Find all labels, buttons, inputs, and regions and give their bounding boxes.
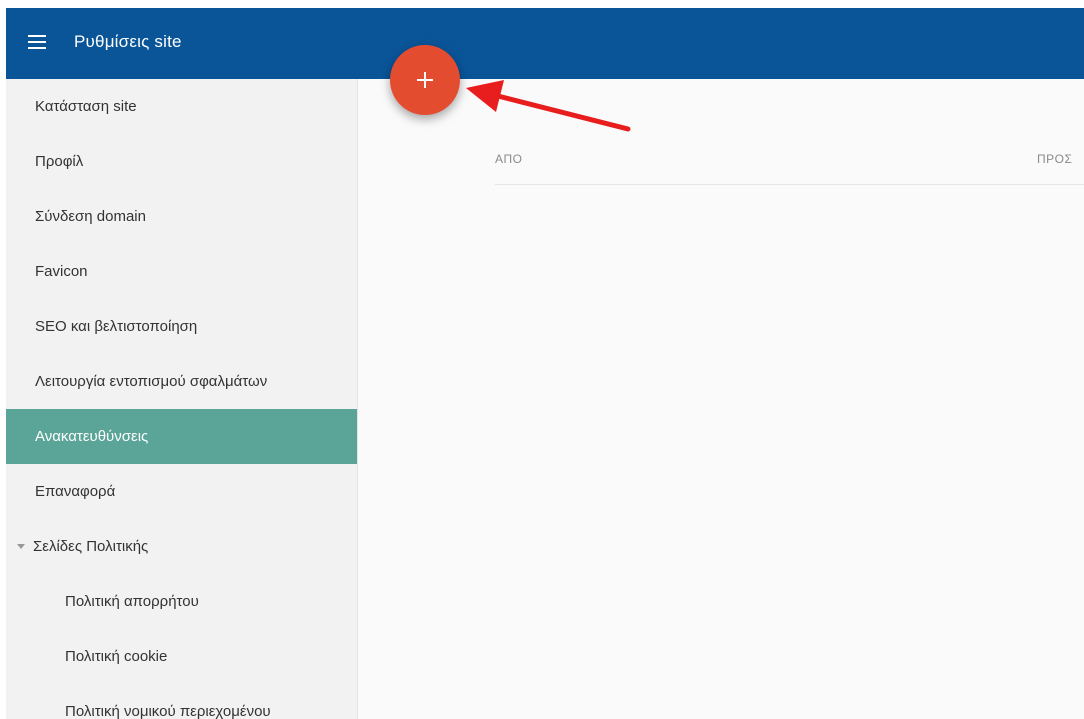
sidebar-item-reset[interactable]: Επαναφορά xyxy=(6,464,357,519)
redirects-panel: ΑΠΟ ΠΡΟΣ xyxy=(358,79,1084,719)
sidebar-item-label: Επαναφορά xyxy=(35,483,116,500)
sidebar-item-favicon[interactable]: Favicon xyxy=(6,244,357,299)
column-header-to: ΠΡΟΣ xyxy=(1037,152,1073,166)
sidebar-item-site-status[interactable]: Κατάσταση site xyxy=(6,79,357,134)
sidebar-item-label: Ανακατευθύνσεις xyxy=(35,428,149,445)
sidebar-item-label: Πολιτική απορρήτου xyxy=(65,593,199,610)
sidebar-item-label: Σελίδες Πολιτικής xyxy=(33,538,149,555)
sidebar-item-cookie-policy[interactable]: Πολιτική cookie xyxy=(6,629,357,684)
sidebar-group-policy-pages[interactable]: Σελίδες Πολιτικής xyxy=(6,519,357,574)
frame-edge-top xyxy=(0,0,1084,8)
sidebar-item-privacy-policy[interactable]: Πολιτική απορρήτου xyxy=(6,574,357,629)
sidebar: Κατάσταση site Προφίλ Σύνδεση domain Fav… xyxy=(6,79,358,719)
top-bar: Ρυθμίσεις site xyxy=(6,8,1084,79)
sidebar-item-label: SEO και βελτιστοποίηση xyxy=(35,318,198,335)
sidebar-item-seo[interactable]: SEO και βελτιστοποίηση xyxy=(6,299,357,354)
hamburger-menu-icon[interactable] xyxy=(28,35,46,49)
sidebar-item-label: Σύνδεση domain xyxy=(35,208,146,225)
plus-icon xyxy=(417,72,433,88)
sidebar-item-profile[interactable]: Προφίλ xyxy=(6,134,357,189)
sidebar-item-debug-mode[interactable]: Λειτουργία εντοπισμού σφαλμάτων xyxy=(6,354,357,409)
column-header-from: ΑΠΟ xyxy=(495,152,523,166)
table-header-divider xyxy=(495,184,1084,185)
sidebar-item-label: Κατάσταση site xyxy=(35,98,137,115)
sidebar-item-label: Λειτουργία εντοπισμού σφαλμάτων xyxy=(35,373,268,390)
add-redirect-button[interactable] xyxy=(390,45,460,115)
sidebar-item-label: Πολιτική cookie xyxy=(65,648,168,665)
sidebar-item-domain-connection[interactable]: Σύνδεση domain xyxy=(6,189,357,244)
sidebar-item-label: Προφίλ xyxy=(35,153,84,170)
sidebar-item-redirects[interactable]: Ανακατευθύνσεις xyxy=(6,409,357,464)
app-window: Ρυθμίσεις site Κατάσταση site Προφίλ Σύν… xyxy=(6,8,1084,719)
sidebar-item-label: Πολιτική νομικού περιεχομένου xyxy=(65,703,271,719)
sidebar-item-legal-content-policy[interactable]: Πολιτική νομικού περιεχομένου xyxy=(6,684,357,719)
sidebar-item-label: Favicon xyxy=(35,263,88,280)
page-title: Ρυθμίσεις site xyxy=(74,32,182,51)
caret-down-icon xyxy=(17,544,25,549)
